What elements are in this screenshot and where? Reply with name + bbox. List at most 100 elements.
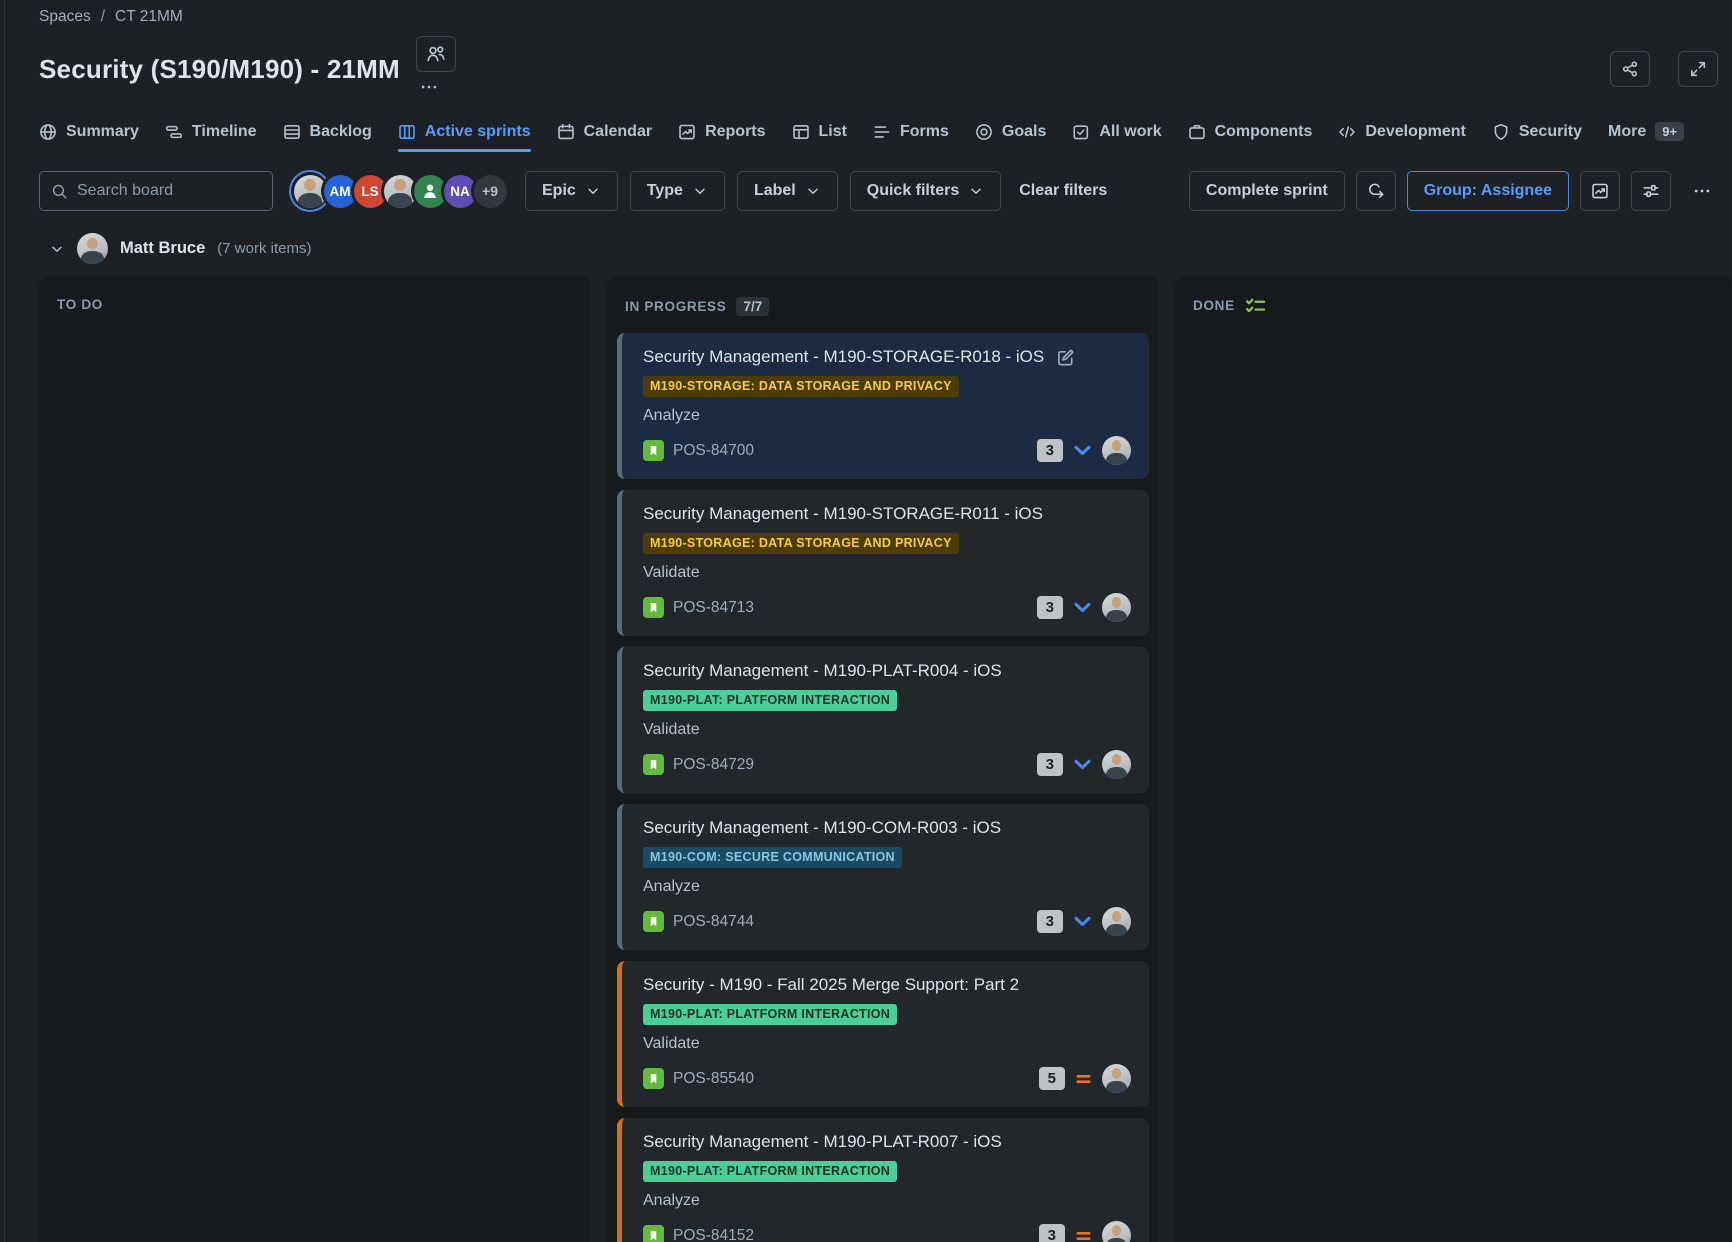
board-page: Spaces / CT 21MM Security (S190/M190) - …: [5, 0, 1732, 1242]
view-settings-icon: [1642, 182, 1660, 200]
column-cards-done: [1175, 327, 1732, 1242]
edit-icon[interactable]: [1056, 348, 1075, 367]
sprint-icon: [1367, 182, 1385, 200]
type-filter-dropdown[interactable]: Type: [630, 171, 725, 211]
title-more-button[interactable]: [414, 72, 444, 102]
tab-label: All work: [1099, 123, 1161, 141]
epic-label-chip: M190-PLAT: PLATFORM INTERACTION: [643, 1004, 897, 1025]
tab-components[interactable]: Components: [1188, 123, 1313, 152]
card-status: Validate: [643, 1033, 1131, 1054]
label-filter-dropdown[interactable]: Label: [737, 171, 838, 211]
tab-timeline[interactable]: Timeline: [165, 123, 257, 152]
board-card[interactable]: Security Management - M190-STORAGE-R018 …: [617, 333, 1149, 479]
story-points-badge: 3: [1037, 439, 1063, 462]
story-type-icon: [643, 440, 664, 461]
tab-active-sprints[interactable]: Active sprints: [398, 123, 531, 152]
column-todo: TO DO: [39, 277, 591, 1242]
search-input[interactable]: [77, 182, 261, 200]
dropdown-label: Epic: [542, 182, 576, 200]
tab-forms[interactable]: Forms: [873, 123, 949, 152]
tab-more[interactable]: More9+: [1608, 122, 1684, 152]
tab-label: Forms: [900, 123, 949, 141]
card-status: Analyze: [643, 405, 1131, 426]
tab-goals[interactable]: Goals: [975, 123, 1046, 152]
tab-more-badge: 9+: [1655, 122, 1684, 141]
tab-label: Reports: [705, 123, 765, 141]
swimlane-header: Matt Bruce (7 work items): [39, 233, 1732, 264]
breadcrumb-space[interactable]: CT 21MM: [115, 8, 183, 26]
share-button[interactable]: [1610, 51, 1650, 87]
epic-label-chip: M190-COM: SECURE COMMUNICATION: [643, 847, 902, 868]
tab-reports[interactable]: Reports: [678, 123, 765, 152]
card-assignee-avatar: [1102, 1221, 1131, 1242]
board-card[interactable]: Security Management - M190-STORAGE-R011 …: [617, 490, 1149, 636]
sprint-button[interactable]: [1356, 171, 1396, 211]
complete-sprint-button[interactable]: Complete sprint: [1189, 171, 1345, 211]
board-more-button[interactable]: [1682, 171, 1722, 211]
issue-key: POS-84744: [673, 913, 754, 931]
tab-development[interactable]: Development: [1338, 123, 1465, 152]
board-card[interactable]: Security Management - M190-PLAT-R004 - i…: [617, 647, 1149, 793]
ellipsis-icon: [1693, 182, 1711, 200]
tab-label: Active sprints: [425, 123, 531, 141]
tab-security[interactable]: Security: [1492, 123, 1582, 152]
card-title: Security Management - M190-STORAGE-R011 …: [643, 503, 1043, 525]
card-title: Security Management - M190-PLAT-R004 - i…: [643, 660, 1002, 682]
insights-button[interactable]: [1580, 171, 1620, 211]
issue-key: POS-84152: [673, 1227, 754, 1242]
components-icon: [1188, 123, 1206, 141]
chevron-down-icon: [805, 183, 821, 199]
avatar-circle: +9: [474, 175, 507, 208]
epic-label-chip: M190-STORAGE: DATA STORAGE AND PRIVACY: [643, 376, 959, 397]
insights-icon: [1591, 182, 1609, 200]
people-button[interactable]: [416, 36, 456, 72]
avatar-9[interactable]: +9: [471, 172, 509, 210]
tab-all-work[interactable]: All work: [1072, 123, 1161, 152]
calendar-icon: [557, 123, 575, 141]
story-type-icon: [643, 1068, 664, 1089]
tab-summary[interactable]: Summary: [39, 123, 139, 152]
story-points-badge: 3: [1037, 596, 1063, 619]
board-card[interactable]: Security Management - M190-COM-R003 - iO…: [617, 804, 1149, 950]
card-status: Analyze: [643, 1190, 1131, 1211]
chevron-down-icon: [585, 183, 601, 199]
tab-backlog[interactable]: Backlog: [283, 123, 372, 152]
priority-low-icon: [1072, 913, 1093, 930]
button-label: Complete sprint: [1206, 182, 1328, 200]
all-work-icon: [1072, 123, 1090, 141]
filter-dropdowns: Epic Type Label Quick filters: [525, 171, 1001, 211]
shield-icon: [1492, 123, 1510, 141]
tab-label: Components: [1215, 123, 1313, 141]
issue-key: POS-84729: [673, 756, 754, 774]
clear-filters-button[interactable]: Clear filters: [1019, 182, 1107, 200]
story-type-icon: [643, 597, 664, 618]
board-card[interactable]: Security - M190 - Fall 2025 Merge Suppor…: [617, 961, 1149, 1107]
column-title: TO DO: [57, 297, 103, 312]
column-title: IN PROGRESS: [625, 299, 726, 314]
tab-calendar[interactable]: Calendar: [557, 123, 652, 152]
expand-button[interactable]: [1678, 51, 1718, 87]
column-title: DONE: [1193, 298, 1235, 313]
board-card[interactable]: Security Management - M190-PLAT-R007 - i…: [617, 1118, 1149, 1242]
story-type-icon: [643, 754, 664, 775]
view-settings-button[interactable]: [1631, 171, 1671, 211]
epic-label-chip: M190-STORAGE: DATA STORAGE AND PRIVACY: [643, 533, 959, 554]
column-header-done: DONE: [1175, 277, 1732, 327]
quick-filters-filter-dropdown[interactable]: Quick filters: [850, 171, 1001, 211]
ellipsis-icon: [420, 78, 438, 96]
tab-list[interactable]: List: [792, 123, 847, 152]
card-status: Validate: [643, 562, 1131, 583]
card-assignee-avatar: [1102, 750, 1131, 779]
chevron-down-icon[interactable]: [49, 241, 65, 257]
priority-low-icon: [1072, 756, 1093, 773]
story-points-badge: 5: [1039, 1067, 1065, 1090]
story-points-badge: 3: [1037, 910, 1063, 933]
breadcrumb-spaces[interactable]: Spaces: [39, 8, 91, 26]
priority-medium-icon: [1074, 1228, 1093, 1242]
epic-filter-dropdown[interactable]: Epic: [525, 171, 618, 211]
group-by-button[interactable]: Group: Assignee: [1407, 171, 1569, 211]
people-icon: [426, 44, 446, 64]
timeline-icon: [165, 123, 183, 141]
assignee-avatar: [77, 233, 108, 264]
tab-label: Development: [1365, 123, 1465, 141]
